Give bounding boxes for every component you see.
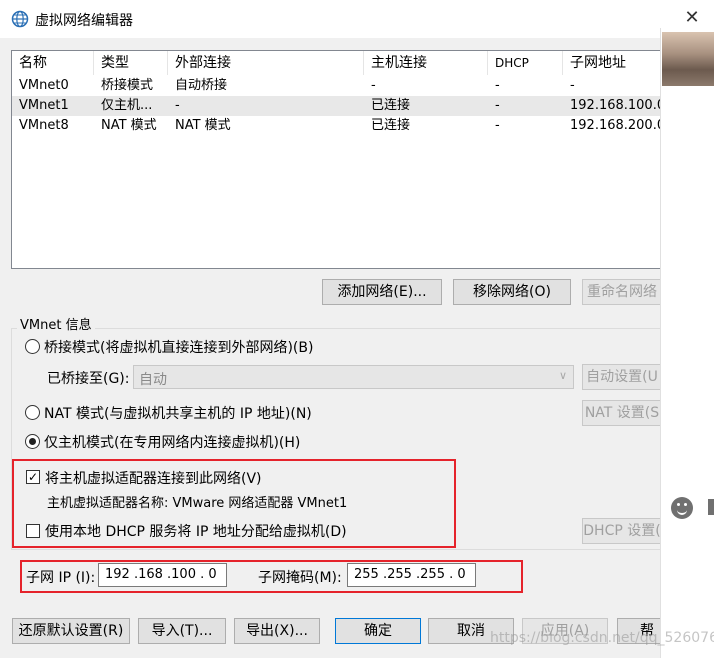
network-globe-icon (11, 10, 29, 28)
column-header-external[interactable]: 外部连接 (168, 51, 364, 75)
network-table[interactable]: 名称 类型 外部连接 主机连接 DHCP 子网地址 VMnet0 桥接模式 自动… (11, 50, 671, 269)
chevron-down-icon: ∨ (558, 369, 567, 382)
cell-dhcp: - (495, 78, 500, 93)
cell-host: 已连接 (371, 98, 411, 113)
cell-subnet: 192.168.100.0 (570, 98, 666, 113)
ok-button[interactable]: 确定 (335, 618, 421, 644)
table-row[interactable]: VMnet0 桥接模式 自动桥接 - - - (12, 76, 670, 96)
remove-network-button[interactable]: 移除网络(O) (453, 279, 571, 305)
column-header-type[interactable]: 类型 (94, 51, 168, 75)
dhcp-settings-button[interactable]: DHCP 设置( (582, 518, 662, 544)
bridge-mode-label[interactable]: 桥接模式(将虚拟机直接连接到外部网络)(B) (44, 337, 313, 357)
table-row-selected[interactable]: VMnet1 仅主机... - 已连接 - 192.168.100.0 (12, 96, 670, 116)
highlight-box-adapter (12, 459, 456, 548)
hostonly-mode-radio[interactable] (25, 434, 40, 449)
cell-host: 已连接 (371, 118, 411, 133)
cell-name: VMnet0 (19, 78, 69, 93)
import-button[interactable]: 导入(T)... (138, 618, 226, 644)
cell-type: 桥接模式 (101, 78, 154, 93)
cell-dhcp: - (495, 98, 500, 113)
cell-subnet: 192.168.200.0 (570, 118, 666, 133)
nat-settings-button[interactable]: NAT 设置(S (582, 400, 662, 426)
window-title: 虚拟网络编辑器 (35, 13, 133, 29)
cell-type: 仅主机... (101, 98, 153, 113)
cell-subnet: - (570, 78, 575, 93)
close-button[interactable]: ✕ (680, 6, 704, 30)
restore-defaults-button[interactable]: 还原默认设置(R) (12, 618, 130, 644)
export-button[interactable]: 导出(X)... (234, 618, 320, 644)
cell-type: NAT 模式 (101, 118, 157, 133)
highlight-box-subnet (20, 560, 523, 593)
cell-external: - (175, 98, 180, 113)
cell-name: VMnet1 (19, 98, 69, 113)
table-row[interactable]: VMnet8 NAT 模式 NAT 模式 已连接 - 192.168.200.0 (12, 116, 670, 136)
watermark-text: https://blog.csdn.net/qq_52607660 (490, 630, 714, 646)
bridged-to-value: 自动 (139, 372, 167, 388)
side-panel (660, 28, 714, 658)
cell-dhcp: - (495, 118, 500, 133)
emoji-icon[interactable] (671, 497, 693, 519)
column-header-dhcp[interactable]: DHCP (488, 51, 563, 75)
cell-host: - (371, 78, 376, 93)
table-header: 名称 类型 外部连接 主机连接 DHCP 子网地址 (12, 51, 670, 75)
column-header-name[interactable]: 名称 (12, 51, 94, 75)
column-header-host[interactable]: 主机连接 (364, 51, 488, 75)
image-icon[interactable] (708, 499, 714, 515)
bridge-mode-radio[interactable] (25, 339, 40, 354)
column-header-subnet[interactable]: 子网地址 (563, 51, 670, 75)
cell-name: VMnet8 (19, 118, 69, 133)
nat-mode-label[interactable]: NAT 模式(与虚拟机共享主机的 IP 地址)(N) (44, 403, 312, 423)
nat-mode-radio[interactable] (25, 405, 40, 420)
vmnet-info-label: VMnet 信息 (17, 314, 95, 333)
add-network-button[interactable]: 添加网络(E)... (322, 279, 442, 305)
hostonly-mode-label[interactable]: 仅主机模式(在专用网络内连接虚拟机)(H) (44, 432, 300, 452)
rename-network-button[interactable]: 重命名网络 (582, 279, 662, 305)
bridged-to-label: 已桥接至(G): (47, 371, 130, 387)
cell-external: NAT 模式 (175, 118, 231, 133)
thumbnail-image[interactable] (662, 32, 714, 86)
cell-external: 自动桥接 (175, 78, 228, 93)
auto-settings-button[interactable]: 自动设置(U (582, 364, 662, 390)
bridged-to-select[interactable]: 自动 ∨ (133, 365, 574, 389)
